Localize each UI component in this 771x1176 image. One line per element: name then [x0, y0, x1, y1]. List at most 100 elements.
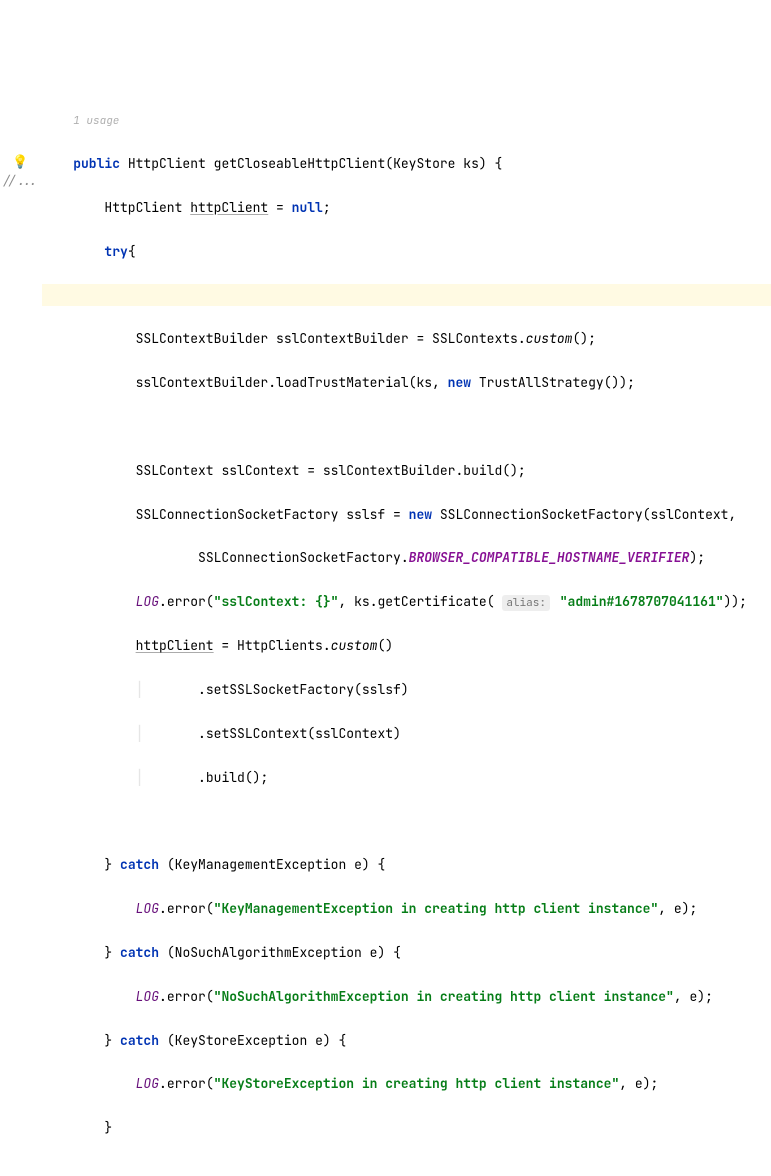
code-line[interactable]: SSLConnectionSocketFactory sslsf = new S… — [42, 504, 771, 526]
type: KeyStore — [393, 155, 455, 172]
paren: ); — [697, 988, 713, 1005]
type: SSLConnectionSocketFactory — [136, 506, 339, 523]
string: "admin#1678707041161" — [560, 593, 724, 610]
code-line[interactable]: LOG.error("KeyManagementException in cre… — [42, 898, 771, 920]
code-line[interactable]: HttpClient httpClient = null; — [42, 197, 771, 219]
code-line[interactable]: LOG.error("sslContext: {}", ks.getCertif… — [42, 591, 771, 613]
arg: sslContext — [650, 506, 728, 523]
method: setSSLSocketFactory — [206, 681, 354, 698]
class: HttpClients — [237, 637, 323, 654]
string: "KeyManagementException in creating http… — [214, 900, 659, 917]
code-line[interactable]: } catch (NoSuchAlgorithmException e) { — [42, 942, 771, 964]
code-line[interactable]: LOG.error("NoSuchAlgorithmException in c… — [42, 986, 771, 1008]
paren: ( — [206, 988, 214, 1005]
code-line[interactable]: 1 usage — [42, 109, 771, 131]
comma: , — [619, 1075, 635, 1092]
dot: . — [198, 681, 206, 698]
paren: ) { — [323, 1032, 346, 1049]
usage-hint[interactable]: 1 usage — [73, 114, 119, 128]
method: getCertificate — [378, 593, 487, 610]
arg: e — [635, 1075, 643, 1092]
text: = — [214, 637, 237, 654]
editor-gutter: 💡 //... — [0, 87, 42, 1176]
dot: . — [323, 637, 331, 654]
paren: (); — [502, 462, 525, 479]
code-line[interactable]: public HttpClient getCloseableHttpClient… — [42, 153, 771, 175]
class: SSLConnectionSocketFactory — [432, 506, 643, 523]
code-line[interactable]: │ .setSSLSocketFactory(sslsf) — [42, 679, 771, 701]
keyword: try — [104, 243, 127, 260]
code-line[interactable]: SSLContext sslContext = sslContextBuilde… — [42, 460, 771, 482]
type: HttpClient — [128, 155, 206, 172]
var: sslContext — [221, 462, 299, 479]
code-line[interactable]: │ .build(); — [42, 767, 771, 789]
code-line[interactable]: try{ — [42, 241, 771, 263]
dot: . — [159, 1075, 167, 1092]
code-line[interactable]: } catch (KeyManagementException e) { — [42, 854, 771, 876]
log-field: LOG — [136, 593, 159, 610]
paren: ()); — [604, 374, 635, 391]
parameter-hint: alias: — [502, 595, 550, 611]
brace: } — [104, 856, 112, 873]
keyword: new — [448, 374, 471, 391]
code-line[interactable]: sslContextBuilder.loadTrustMaterial(ks, … — [42, 372, 771, 394]
code-line[interactable] — [42, 416, 771, 438]
paren: (); — [245, 769, 268, 786]
code-fold-marker[interactable]: //... — [2, 171, 38, 191]
paren: ) { — [362, 856, 385, 873]
dot: . — [518, 330, 526, 347]
paren: ( — [159, 856, 175, 873]
type: SSLContext — [136, 462, 214, 479]
paren: )); — [724, 593, 747, 610]
paren: ); — [689, 549, 705, 566]
code-line[interactable]: SSLConnectionSocketFactory.BROWSER_COMPA… — [42, 547, 771, 569]
code-line[interactable] — [42, 810, 771, 832]
code-line[interactable]: SSLContextBuilder sslContextBuilder = SS… — [42, 328, 771, 350]
var: httpClient — [190, 199, 268, 216]
paren: ) — [401, 681, 409, 698]
dot: . — [198, 769, 206, 786]
paren: () — [377, 637, 393, 654]
code-area[interactable]: 1 usage public HttpClient getCloseableHt… — [42, 87, 771, 1176]
dot: . — [198, 725, 206, 742]
comma: , — [674, 988, 690, 1005]
keyword: new — [409, 506, 432, 523]
code-line-highlighted[interactable] — [42, 284, 771, 306]
code-line[interactable]: │ .setSSLContext(sslContext) — [42, 723, 771, 745]
text: = — [268, 199, 291, 216]
intention-bulb-icon[interactable]: 💡 — [12, 151, 26, 165]
code-line[interactable]: httpClient = HttpClients.custom() — [42, 635, 771, 657]
code-line[interactable]: } catch (KeyStoreException e) { — [42, 1030, 771, 1052]
paren: ( — [307, 725, 315, 742]
var: e — [346, 856, 362, 873]
method: setSSLContext — [206, 725, 307, 742]
arg: ks — [416, 374, 432, 391]
class: SSLConnectionSocketFactory — [198, 549, 401, 566]
code-editor[interactable]: 💡 //... 1 usage public HttpClient getClo… — [0, 87, 771, 1176]
indent-guide: │ — [136, 769, 144, 786]
comma: , — [432, 374, 448, 391]
code-line[interactable]: LOG.error("KeyStoreException in creating… — [42, 1073, 771, 1095]
comma: , — [338, 593, 354, 610]
keyword: catch — [120, 944, 159, 961]
type: KeyStoreException — [175, 1032, 308, 1049]
keyword: null — [292, 199, 323, 216]
paren: ( — [206, 1075, 214, 1092]
code-line[interactable]: } — [42, 1117, 771, 1139]
keyword: public — [73, 155, 120, 172]
paren: ) { — [377, 944, 400, 961]
log-field: LOG — [136, 1075, 159, 1092]
type: HttpClient — [104, 199, 182, 216]
method-name: getCloseableHttpClient — [214, 155, 386, 172]
method: custom — [526, 330, 573, 347]
var: sslContextBuilder — [276, 330, 409, 347]
string: "sslContext: {}" — [214, 593, 339, 610]
paren: ( — [159, 1032, 175, 1049]
var: httpClient — [136, 637, 214, 654]
paren: ( — [159, 944, 175, 961]
comma: , — [729, 506, 737, 523]
brace: } — [104, 1032, 112, 1049]
paren: ( — [206, 593, 214, 610]
code-line[interactable] — [42, 1161, 771, 1176]
string: "KeyStoreException in creating http clie… — [214, 1075, 620, 1092]
